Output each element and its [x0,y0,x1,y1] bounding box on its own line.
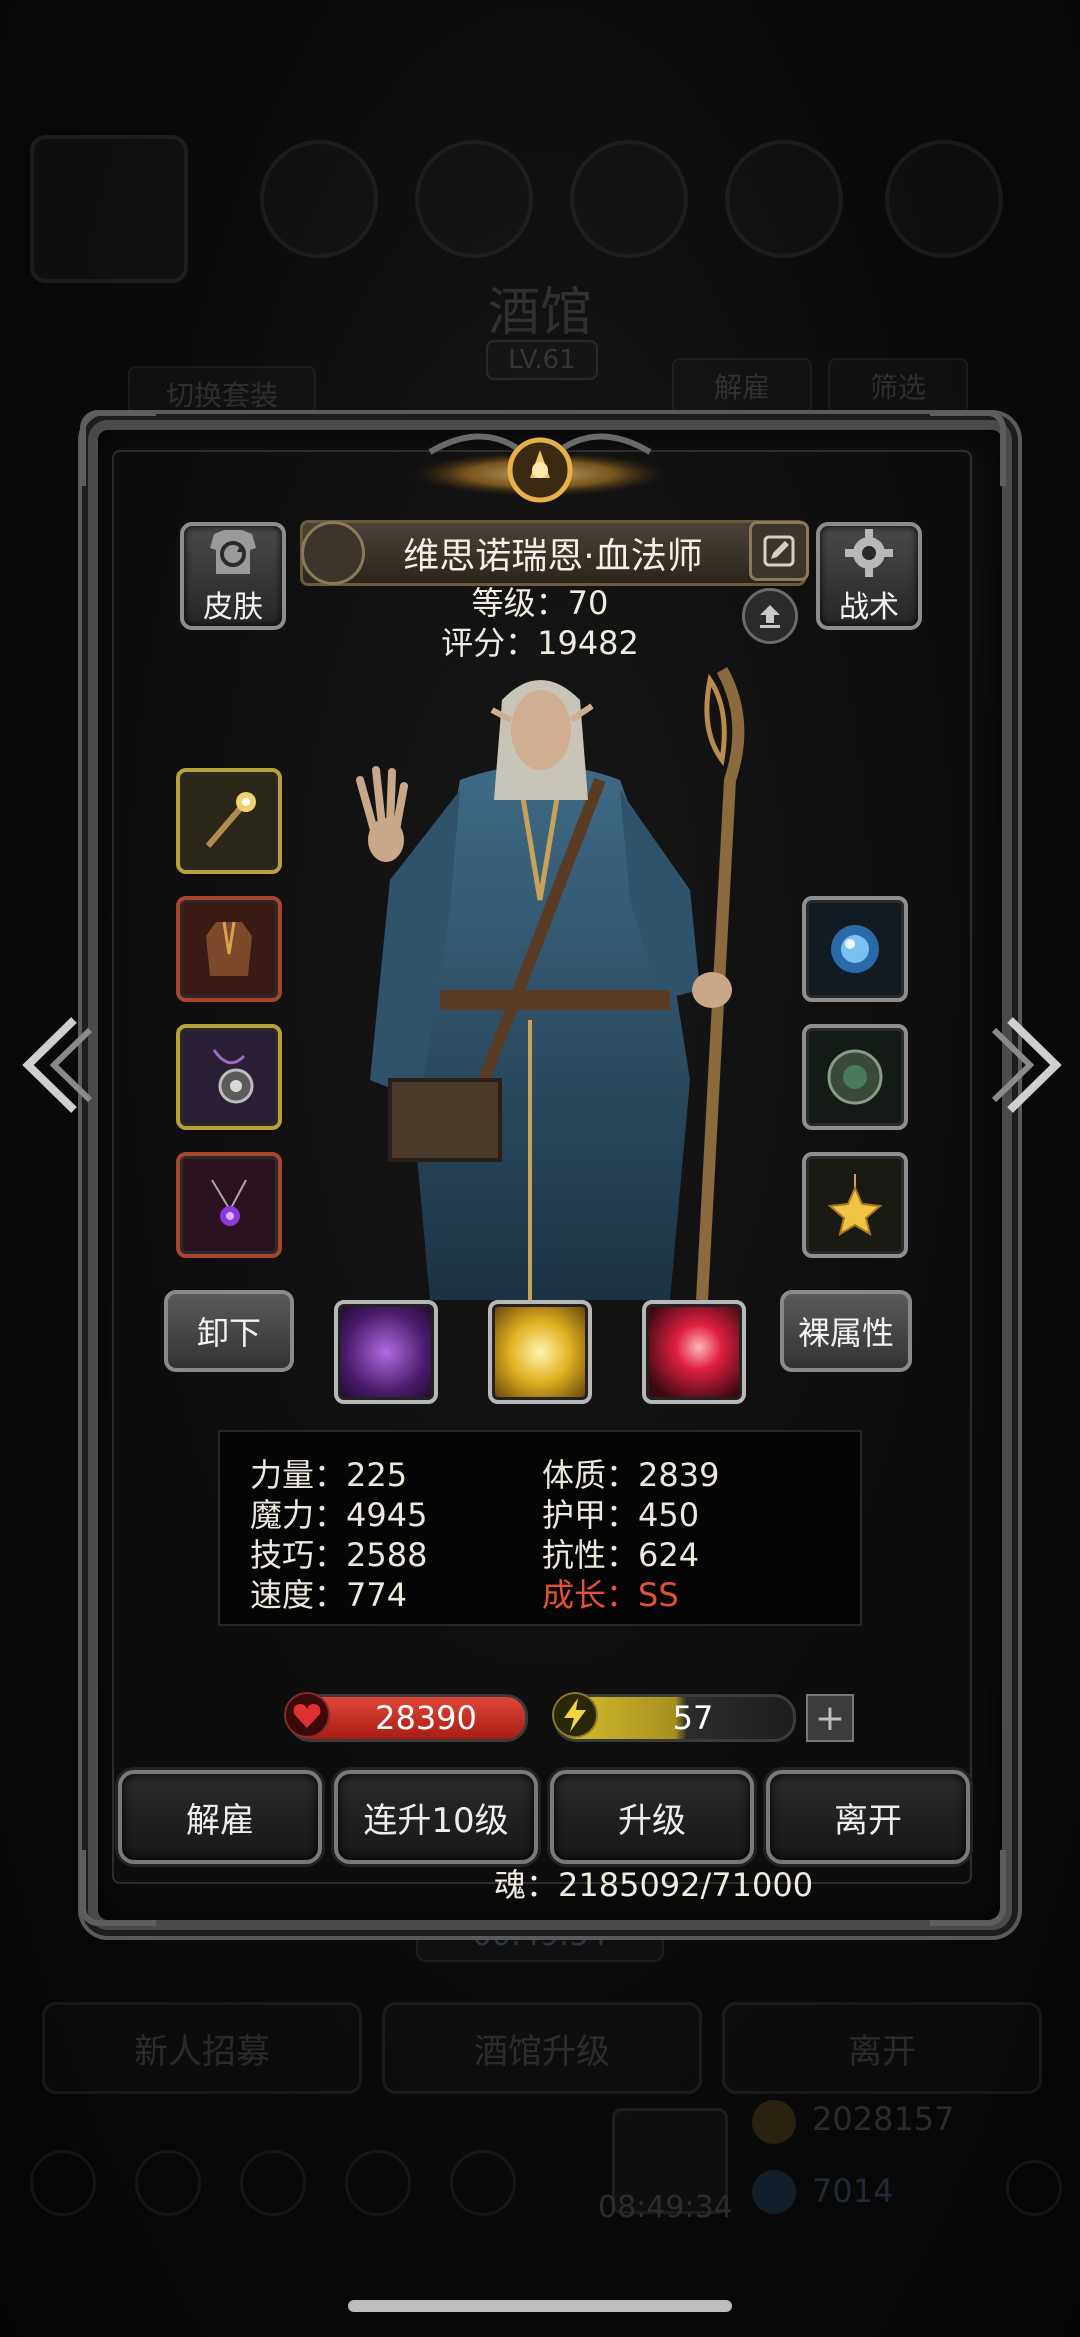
home-indicator[interactable] [348,2300,732,2312]
bg-leave: 离开 [722,2002,1042,2094]
hero-score: 评分：19482 [441,624,639,662]
base-attributes-button[interactable]: 裸属性 [780,1290,912,1372]
equip-slot-medallion[interactable] [802,1024,908,1130]
bg-recruit: 新人招募 [42,2002,362,2094]
bg-title: 酒馆 [487,283,592,343]
lightning-icon [552,1692,598,1738]
equip-slot-armor[interactable] [176,896,282,1002]
bg-level: LV.61 [486,340,598,380]
attr-growth: 成长：SS [542,1576,679,1614]
dismiss-button[interactable]: 解雇 [118,1770,322,1864]
bg-portrait [30,135,188,283]
prev-hero-arrow[interactable] [14,1010,94,1120]
bg-gold-icon [752,2100,796,2144]
bg-tab-4 [725,140,843,258]
bg-bottom-icon-5 [450,2150,516,2216]
bg-tab-5 [885,140,1003,258]
bg-tab-3 [570,140,688,258]
upgrade-button[interactable]: 升级 [550,1770,754,1864]
refresh-icon [210,530,256,574]
edit-name-button[interactable] [749,521,809,581]
equip-slot-weapon[interactable] [176,768,282,874]
bg-gem-icon [752,2170,796,2214]
frame-corner-tl [80,410,156,486]
leave-button[interactable]: 离开 [766,1770,970,1864]
bg-tavern-upgrade: 酒馆升级 [382,2002,702,2094]
rank-badge-icon [301,521,365,585]
pencil-icon [763,535,795,567]
bg-bottom-icon-1 [30,2150,96,2216]
hero-portrait [356,667,745,1300]
bg-filter: 筛选 [828,358,968,414]
bg-dismiss: 解雇 [672,358,812,414]
add-energy-button[interactable]: + [806,1694,854,1742]
robe-icon [206,921,252,976]
hero-name: 维思诺瑞恩·血法师 [403,536,703,577]
unequip-button[interactable]: 卸下 [164,1290,294,1372]
blue-orb-icon [831,925,879,973]
upgrade-10-button[interactable]: 连升10级 [334,1770,538,1864]
next-hero-arrow[interactable] [990,1010,1070,1120]
soul-counter: 魂：2185092/71000 [494,1866,814,1904]
equip-slot-orb[interactable] [802,896,908,1002]
bg-gold: 2028157 [812,2100,955,2138]
bg-bottom-icon-4 [345,2150,411,2216]
equip-slot-necklace[interactable] [176,1152,282,1258]
sun-crest-icon [415,433,665,503]
holy-burst-skill-icon[interactable] [488,1300,592,1404]
bg-tab-1 [260,140,378,258]
bg-switch-outfit: 切换套装 [128,366,316,422]
hp-value: 28390 [375,1699,477,1737]
equip-slot-amulet[interactable] [176,1024,282,1130]
equip-slot-charm[interactable] [802,1152,908,1258]
hero-name-plate: 维思诺瑞恩·血法师 [300,520,809,586]
heart-icon [284,1692,330,1738]
star-charm-icon [827,1174,883,1237]
bg-clock: 08:49:34 [598,2190,733,2225]
bg-bottom-icon-2 [135,2150,201,2216]
bg-gems: 7014 [812,2172,894,2210]
orb-amulet-icon [212,1049,254,1104]
gear-icon [845,529,893,577]
energy-value: 57 [672,1699,714,1737]
bg-tab-2 [415,140,533,258]
staff-icon [205,792,256,848]
bg-bottom-icon-3 [240,2150,306,2216]
green-medallion-icon [827,1049,883,1105]
blood-slash-skill-icon[interactable] [642,1300,746,1404]
attr-speed: 速度：774 [250,1576,408,1614]
bg-plus-icon [1006,2160,1062,2216]
shadow-skull-skill-icon[interactable] [334,1300,438,1404]
frame-corner-tr [930,410,1006,486]
purple-necklace-icon [211,1179,247,1226]
